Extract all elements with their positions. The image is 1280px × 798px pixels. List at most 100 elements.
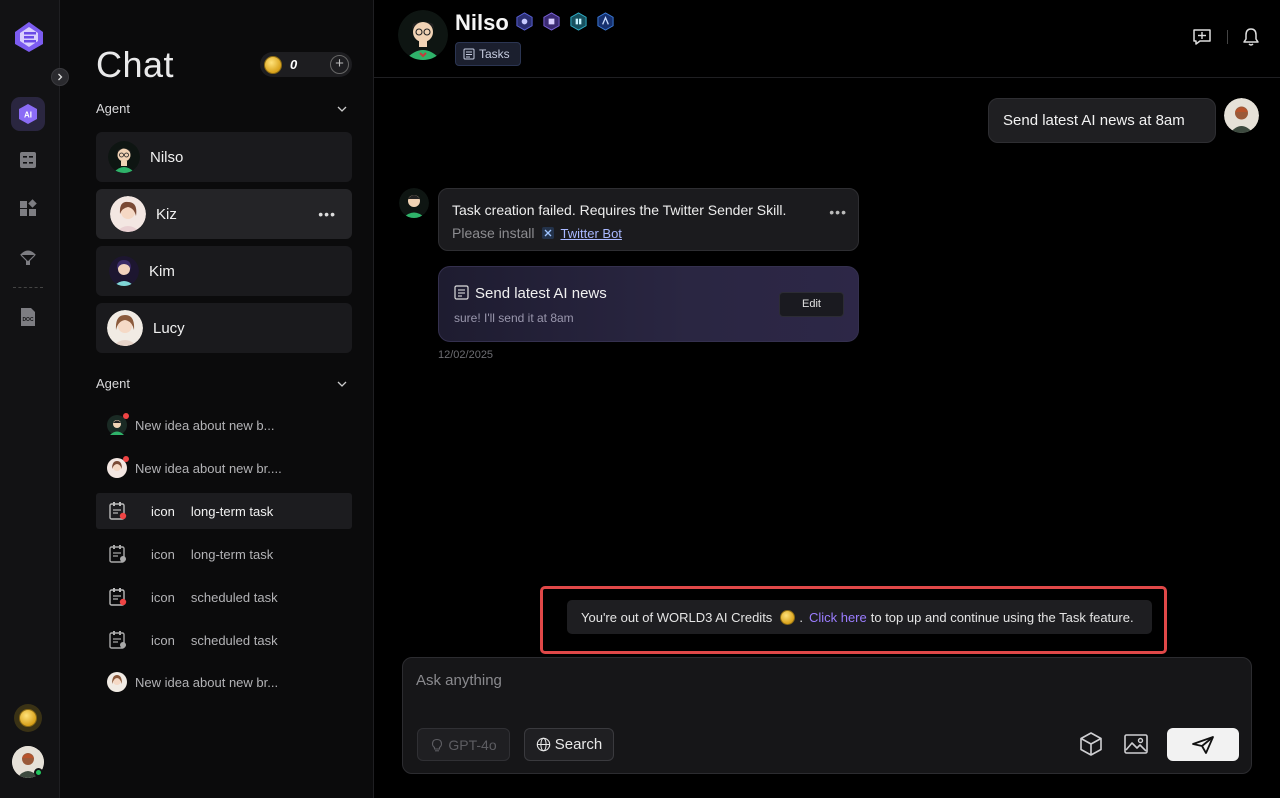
- tasks-icon: [463, 48, 475, 60]
- search-label: Search: [554, 736, 603, 753]
- coin-icon[interactable]: [14, 704, 42, 732]
- doc-icon[interactable]: DOC: [11, 300, 45, 334]
- skill-badge-icon[interactable]: [569, 12, 588, 31]
- tasks-tag-label: Tasks: [479, 47, 510, 61]
- agent-avatar: [107, 310, 143, 346]
- task-icon: [108, 544, 128, 564]
- add-credits-button[interactable]: +: [330, 55, 349, 74]
- credits-pill[interactable]: 0 +: [260, 52, 352, 77]
- agent-avatar: [107, 456, 129, 478]
- conversation-title: scheduled task: [190, 589, 278, 605]
- svg-text:AI: AI: [24, 111, 32, 120]
- skill-badge-icon[interactable]: [515, 12, 534, 31]
- bot-name: Nilso: [455, 10, 509, 35]
- agent-card-lucy[interactable]: Lucy: [96, 303, 352, 353]
- list-item[interactable]: New idea about new br....: [96, 450, 352, 486]
- logo-icon[interactable]: [12, 20, 46, 54]
- edit-task-button[interactable]: Edit: [779, 292, 844, 317]
- header-actions: [1191, 27, 1260, 47]
- skill-badge-icon[interactable]: [596, 12, 615, 31]
- install-hint: Please install Twitter Bot: [452, 225, 622, 241]
- task-subtitle: sure! I'll send it at 8am: [454, 311, 574, 325]
- task-icon: [454, 285, 469, 300]
- list-item[interactable]: icon scheduled task: [96, 622, 352, 658]
- rail-divider: [13, 287, 43, 288]
- alert-dot: .: [799, 609, 803, 625]
- task-icon: [108, 501, 128, 521]
- send-icon: [1192, 735, 1214, 754]
- credits-alert: You're out of WORLD3 AI Credits . Click …: [567, 600, 1152, 634]
- message-composer: GPT-4o Search: [402, 657, 1252, 774]
- apps-icon[interactable]: [11, 191, 45, 225]
- image-icon[interactable]: [1122, 730, 1150, 758]
- message-options-button[interactable]: •••: [829, 204, 847, 220]
- ai-icon[interactable]: AI: [11, 97, 45, 131]
- agent-card-kim[interactable]: Kim: [96, 246, 352, 296]
- parachute-icon[interactable]: [11, 239, 45, 273]
- message-date: 12/02/2025: [438, 349, 494, 361]
- globe-icon: [536, 737, 550, 752]
- agent-avatar: [107, 672, 127, 692]
- tasks-icon[interactable]: [11, 143, 45, 177]
- top-up-link[interactable]: Click here: [809, 610, 867, 625]
- panel-title: Chat: [96, 44, 175, 85]
- chevron-down-icon[interactable]: [336, 104, 348, 114]
- tasks-tag[interactable]: Tasks: [455, 42, 521, 66]
- cube-icon[interactable]: [1077, 730, 1105, 758]
- bot-avatar[interactable]: [398, 10, 448, 60]
- message-input[interactable]: [416, 672, 1216, 689]
- agent-avatar: [107, 413, 129, 435]
- coin-icon: [780, 609, 796, 625]
- bulb-icon: [432, 738, 443, 751]
- agent-name: Kiz: [156, 205, 177, 223]
- left-rail: AI DOC: [0, 0, 60, 798]
- task-icon-label: icon: [151, 632, 175, 648]
- chevron-down-icon[interactable]: [336, 379, 348, 389]
- conversation-title: long-term task: [190, 503, 274, 519]
- chat-bubble-icon[interactable]: [1191, 27, 1213, 47]
- task-icon-label: icon: [151, 546, 175, 562]
- task-icon-label: icon: [151, 589, 175, 605]
- chat-main: Nilso Tasks Send latest AI news at 8am T…: [374, 0, 1280, 798]
- list-item[interactable]: icon long-term task: [96, 536, 352, 572]
- task-title: Send latest AI news: [475, 285, 607, 302]
- expand-sidebar-button[interactable]: [51, 68, 69, 86]
- list-item[interactable]: New idea about new br...: [96, 664, 352, 700]
- chat-header: Nilso Tasks: [374, 0, 1280, 78]
- model-selector-button[interactable]: GPT-4o: [417, 728, 510, 761]
- agent-card-nilso[interactable]: Nilso: [96, 132, 352, 182]
- coin-icon: [264, 55, 282, 74]
- model-label: GPT-4o: [448, 736, 497, 753]
- bot-message: Task creation failed. Requires the Twitt…: [438, 188, 859, 251]
- bot-avatar: [399, 188, 429, 218]
- credits-value: 0: [290, 57, 298, 72]
- user-avatar[interactable]: [1224, 98, 1259, 133]
- more-options-button[interactable]: •••: [318, 207, 336, 221]
- svg-text:DOC: DOC: [22, 317, 34, 323]
- divider: [1227, 30, 1228, 44]
- send-button[interactable]: [1167, 728, 1239, 761]
- bell-icon[interactable]: [1242, 27, 1260, 47]
- conversation-section-heading: Agent: [96, 376, 130, 391]
- skill-badges: [515, 12, 615, 31]
- search-toggle-button[interactable]: Search: [524, 728, 614, 761]
- agent-card-kiz[interactable]: Kiz •••: [96, 189, 352, 239]
- agent-avatar: [108, 141, 140, 173]
- conversation-title: scheduled task: [190, 632, 278, 648]
- chat-list-panel: Chat 0 + Agent Nilso Kiz ••• Kim Lucy Ag…: [60, 0, 374, 798]
- list-item[interactable]: icon long-term task: [96, 493, 352, 529]
- conversation-title: New idea about new b...: [135, 417, 275, 433]
- conversation-title: New idea about new br...: [135, 674, 279, 690]
- twitter-bot-link[interactable]: Twitter Bot: [561, 226, 622, 241]
- online-status-dot: [34, 768, 43, 777]
- unread-dot: [123, 456, 129, 462]
- task-card[interactable]: Send latest AI news sure! I'll send it a…: [438, 266, 859, 342]
- task-icon-label: icon: [151, 503, 175, 519]
- alert-prefix: You're out of WORLD3 AI Credits: [581, 609, 773, 625]
- agent-name: Lucy: [153, 319, 185, 337]
- list-item[interactable]: New idea about new b...: [96, 407, 352, 443]
- conversation-title: New idea about new br....: [135, 460, 282, 476]
- list-item[interactable]: icon scheduled task: [96, 579, 352, 615]
- chevron-right-icon: [58, 73, 63, 81]
- skill-badge-icon[interactable]: [542, 12, 561, 31]
